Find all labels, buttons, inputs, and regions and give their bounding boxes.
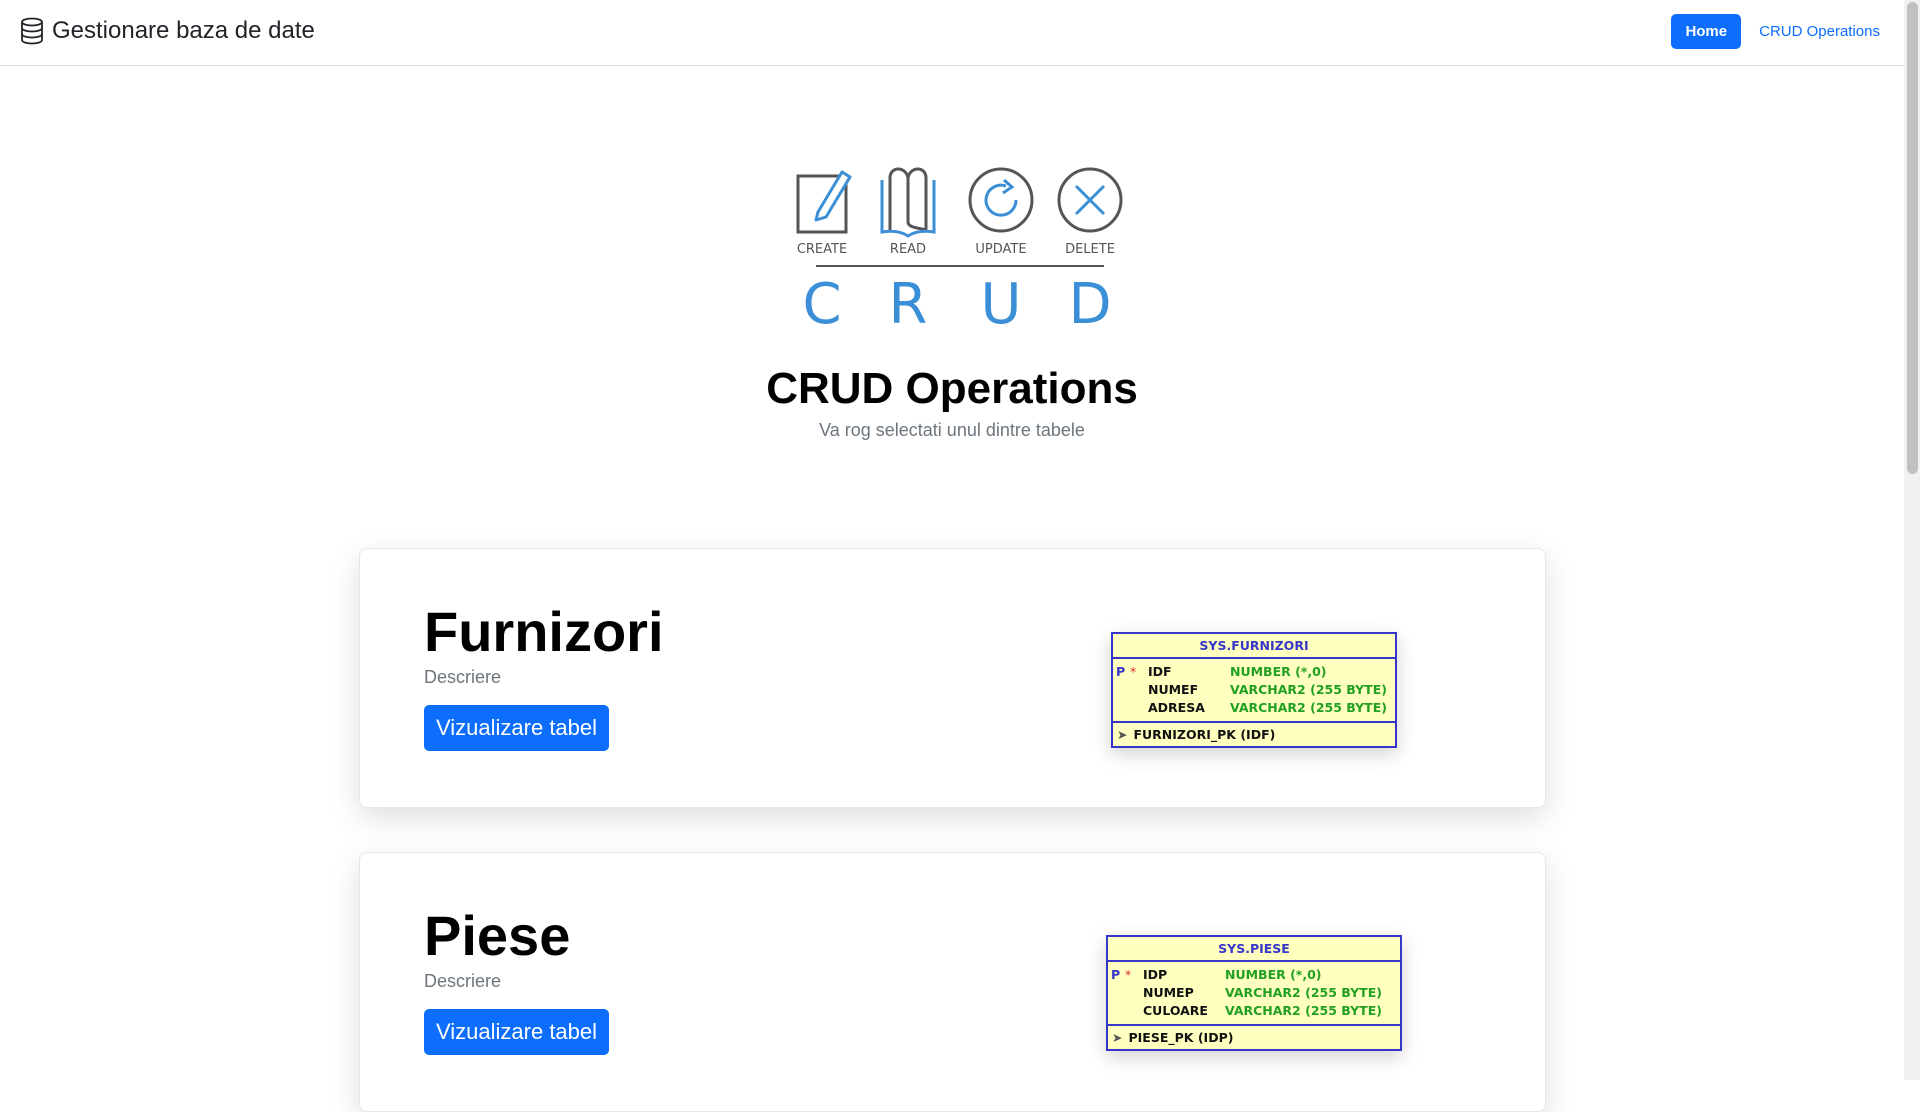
index-name: PIESE_PK (IDP)	[1128, 1030, 1234, 1045]
er-index: ➤ PIESE_PK (IDP)	[1108, 1026, 1400, 1049]
required-marker	[1130, 681, 1148, 699]
primary-key-marker	[1108, 984, 1125, 1002]
column-type: VARCHAR2 (255 BYTE)	[1230, 682, 1387, 697]
page-subtitle: Va rog selectati unul dintre tabele	[819, 420, 1085, 440]
er-column-row: CULOARE VARCHAR2 (255 BYTE)	[1108, 1002, 1400, 1020]
hero: CREATE READ UPDATE DELETE C R U D CRUD O…	[0, 160, 1904, 441]
nav-links: Home CRUD Operations	[1671, 14, 1884, 49]
nav-home-button[interactable]: Home	[1671, 14, 1742, 49]
book-icon	[880, 167, 936, 238]
index-name: FURNIZORI_PK (IDF)	[1133, 727, 1276, 742]
card-description: Descriere	[424, 971, 502, 991]
er-table-name: SYS.FURNIZORI	[1113, 634, 1395, 659]
primary-key-marker	[1113, 699, 1130, 717]
view-table-button[interactable]: Vizualizare tabel	[424, 705, 610, 751]
column-type: VARCHAR2 (255 BYTE)	[1225, 1003, 1382, 1018]
table-card-furnizori: Furnizori Descriere Vizualizare tabel SY…	[359, 548, 1546, 808]
er-column-row: ADRESA VARCHAR2 (255 BYTE)	[1113, 699, 1395, 717]
nav-crud-operations-link[interactable]: CRUD Operations	[1755, 14, 1884, 49]
er-column-row: NUMEF VARCHAR2 (255 BYTE)	[1113, 681, 1395, 699]
create-label: CREATE	[797, 242, 847, 257]
required-marker	[1130, 699, 1148, 717]
page-title: CRUD Operations	[766, 364, 1138, 413]
index-arrow-icon: ➤	[1117, 727, 1128, 742]
update-label: UPDATE	[975, 242, 1026, 257]
logo-letter-d: D	[1068, 272, 1111, 337]
index-arrow-icon: ➤	[1112, 1030, 1123, 1045]
column-type: NUMBER (*,0)	[1230, 664, 1327, 679]
column-type: NUMBER (*,0)	[1225, 967, 1322, 982]
column-name: IDP	[1143, 967, 1168, 982]
logo-letter-u: U	[981, 272, 1022, 337]
column-name: IDF	[1148, 664, 1172, 679]
vertical-scrollbar[interactable]	[1904, 0, 1920, 1080]
navbar: Gestionare baza de date Home CRUD Operat…	[0, 0, 1904, 66]
refresh-icon	[968, 167, 1034, 233]
er-diagram: SYS.PIESE P * IDP NUMBER (*,0) NUMEP VAR…	[1106, 935, 1402, 1051]
er-columns: P * IDP NUMBER (*,0) NUMEP VARCHAR2 (255…	[1108, 962, 1400, 1026]
required-marker: *	[1125, 967, 1132, 982]
table-card-piese: Piese Descriere Vizualizare tabel SYS.PI…	[359, 852, 1546, 1112]
logo-letter-c: C	[802, 272, 841, 337]
brand[interactable]: Gestionare baza de date	[20, 17, 315, 45]
column-name: NUMEF	[1148, 682, 1199, 697]
required-marker	[1125, 984, 1143, 1002]
er-columns: P * IDF NUMBER (*,0) NUMEF VARCHAR2 (255…	[1113, 659, 1395, 723]
column-name: ADRESA	[1148, 700, 1205, 715]
database-icon	[21, 17, 43, 45]
read-label: READ	[890, 242, 926, 257]
delete-label: DELETE	[1065, 242, 1115, 257]
column-type: VARCHAR2 (255 BYTE)	[1230, 700, 1387, 715]
primary-key-marker: P	[1116, 664, 1126, 679]
er-index: ➤ FURNIZORI_PK (IDF)	[1113, 723, 1395, 746]
card-description: Descriere	[424, 667, 502, 687]
column-name: NUMEP	[1143, 985, 1194, 1000]
er-diagram: SYS.FURNIZORI P * IDF NUMBER (*,0) NUMEF…	[1111, 632, 1397, 748]
required-marker	[1125, 1002, 1143, 1020]
crud-logo: CREATE READ UPDATE DELETE C R U D	[796, 167, 1123, 337]
primary-key-marker: P	[1111, 967, 1121, 982]
required-marker: *	[1130, 664, 1137, 679]
pencil-square-icon	[796, 170, 852, 234]
view-table-button[interactable]: Vizualizare tabel	[424, 1009, 610, 1055]
er-column-row: P * IDP NUMBER (*,0)	[1108, 966, 1400, 984]
er-table-name: SYS.PIESE	[1108, 937, 1400, 962]
primary-key-marker	[1113, 681, 1130, 699]
logo-letter-r: R	[889, 272, 928, 337]
er-column-row: P * IDF NUMBER (*,0)	[1113, 663, 1395, 681]
er-column-row: NUMEP VARCHAR2 (255 BYTE)	[1108, 984, 1400, 1002]
card-title: Furnizori	[424, 600, 664, 663]
column-type: VARCHAR2 (255 BYTE)	[1225, 985, 1382, 1000]
primary-key-marker	[1108, 1002, 1125, 1020]
column-name: CULOARE	[1143, 1003, 1208, 1018]
close-circle-icon	[1057, 167, 1123, 233]
card-title: Piese	[424, 904, 571, 967]
brand-label: Gestionare baza de date	[52, 17, 315, 44]
scrollbar-thumb[interactable]	[1907, 2, 1918, 474]
